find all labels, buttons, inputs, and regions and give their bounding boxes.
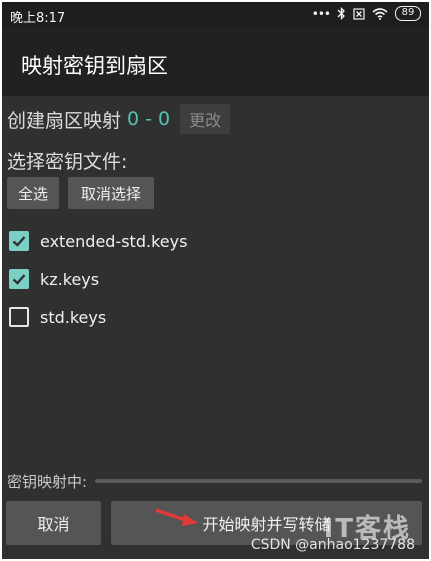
cancel-button[interactable]: 取消 bbox=[6, 501, 101, 545]
progress-bar bbox=[95, 479, 422, 483]
sector-map-label: 创建扇区映射 bbox=[7, 109, 122, 132]
battery-icon: 89 bbox=[395, 6, 421, 21]
keyfile-name: extended-std.keys bbox=[40, 231, 188, 251]
selection-buttons: 全选 取消选择 bbox=[7, 177, 154, 209]
checkbox-checked-icon[interactable] bbox=[9, 269, 29, 289]
list-item[interactable]: std.keys bbox=[9, 298, 409, 336]
progress-label: 密钥映射中: bbox=[7, 472, 88, 491]
status-bar: 晚上8:17 ••• 89 bbox=[2, 2, 429, 28]
checkbox-unchecked-icon[interactable] bbox=[9, 307, 29, 327]
select-all-button[interactable]: 全选 bbox=[7, 177, 59, 209]
mapping-progress-row: 密钥映射中: bbox=[7, 470, 422, 492]
page-title: 映射密钥到扇区 bbox=[21, 54, 168, 78]
change-button[interactable]: 更改 bbox=[180, 104, 231, 134]
deselect-button[interactable]: 取消选择 bbox=[68, 177, 154, 209]
status-dots: ••• bbox=[311, 6, 331, 21]
title-bar: 映射密钥到扇区 bbox=[2, 28, 429, 96]
checkbox-checked-icon[interactable] bbox=[9, 231, 29, 251]
sim-x-icon bbox=[353, 7, 365, 20]
select-keyfile-label: 选择密钥文件: bbox=[7, 151, 128, 173]
sector-map-row: 创建扇区映射 0 - 0 更改 bbox=[7, 104, 231, 134]
list-item[interactable]: extended-std.keys bbox=[9, 222, 409, 260]
keyfile-list: extended-std.keys kz.keys std.keys bbox=[9, 222, 409, 336]
status-icons: ••• 89 bbox=[312, 6, 421, 21]
keyfile-name: std.keys bbox=[40, 307, 107, 327]
watermark-text: CSDN @anhao1237788 bbox=[250, 537, 415, 553]
wifi-icon bbox=[372, 7, 388, 20]
app-window: 晚上8:17 ••• 89 映射密钥到扇区 创建扇区映射 0 - 0 更改 选择… bbox=[2, 2, 429, 559]
red-arrow-icon bbox=[155, 508, 198, 526]
bluetooth-icon bbox=[337, 7, 345, 20]
sector-map-range: 0 - 0 bbox=[127, 108, 171, 130]
list-item[interactable]: kz.keys bbox=[9, 260, 409, 298]
status-time: 晚上8:17 bbox=[10, 11, 66, 26]
keyfile-name: kz.keys bbox=[40, 269, 100, 289]
